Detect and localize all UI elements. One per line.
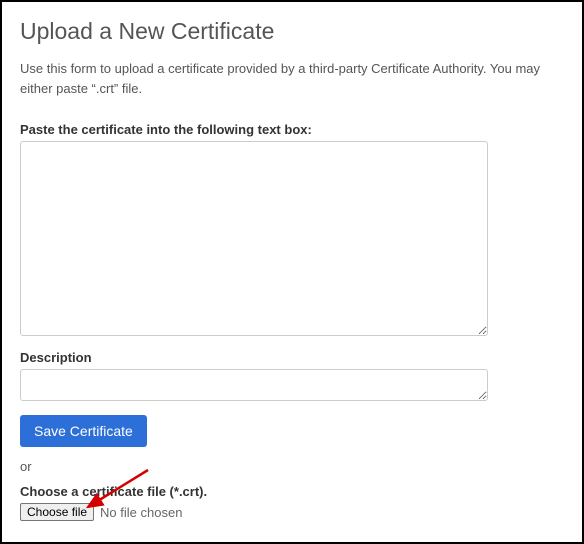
content-area: Upload a New Certificate Use this form t… xyxy=(2,2,582,537)
certificate-label: Paste the certificate into the following… xyxy=(20,122,564,137)
description-textarea[interactable] xyxy=(20,369,488,401)
page-title: Upload a New Certificate xyxy=(20,18,564,45)
certificate-textarea[interactable] xyxy=(20,141,488,336)
upload-certificate-panel: Upload a New Certificate Use this form t… xyxy=(0,0,584,544)
file-input-row: Choose file No file chosen xyxy=(20,503,564,521)
file-choose-label: Choose a certificate file (*.crt). xyxy=(20,484,564,499)
save-certificate-button[interactable]: Save Certificate xyxy=(20,415,147,447)
or-separator: or xyxy=(20,459,564,474)
choose-file-button[interactable]: Choose file xyxy=(20,503,94,521)
file-status-text: No file chosen xyxy=(100,505,182,520)
instructions-text: Use this form to upload a certificate pr… xyxy=(20,59,564,98)
description-label: Description xyxy=(20,350,564,365)
